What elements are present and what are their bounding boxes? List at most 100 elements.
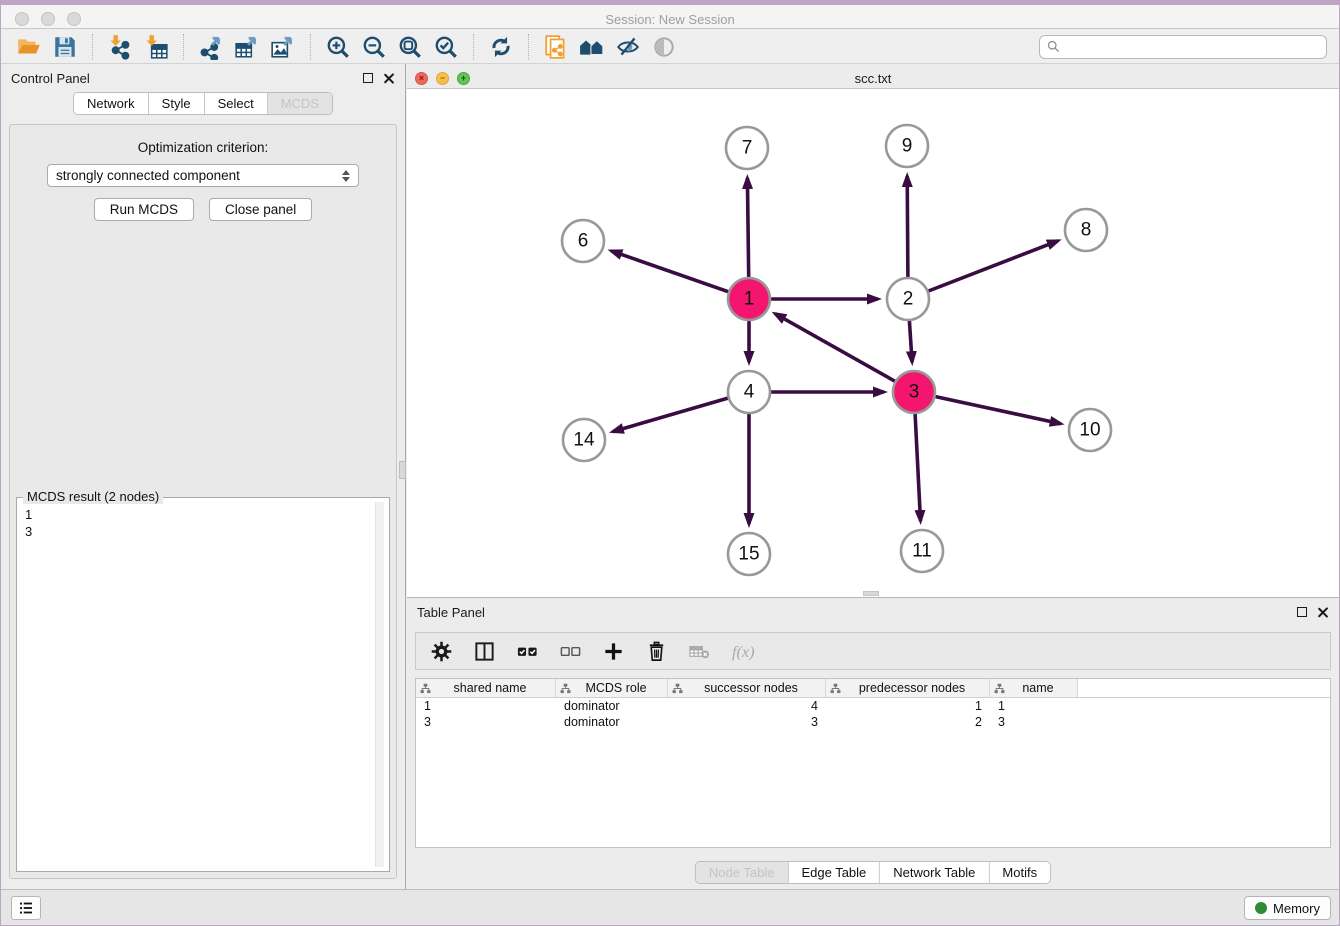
tab-mcds[interactable]: MCDS bbox=[268, 93, 332, 114]
table-tabs: Node TableEdge TableNetwork TableMotifs bbox=[695, 861, 1051, 884]
copy-network-button[interactable] bbox=[538, 32, 574, 62]
export-table-icon bbox=[234, 34, 260, 60]
zoom-selected-button[interactable] bbox=[428, 32, 464, 62]
tree-icon bbox=[420, 683, 431, 694]
zoom-out-button[interactable] bbox=[356, 32, 392, 62]
settings-gear-button[interactable] bbox=[428, 638, 454, 664]
table-tab-edge-table[interactable]: Edge Table bbox=[788, 862, 880, 883]
table-tab-group: Node TableEdge TableNetwork TableMotifs bbox=[695, 861, 1051, 884]
tab-style[interactable]: Style bbox=[149, 93, 205, 114]
task-history-button[interactable] bbox=[11, 896, 41, 920]
criterion-dropdown[interactable]: strongly connected component bbox=[47, 164, 359, 187]
delete-table-button[interactable] bbox=[686, 638, 712, 664]
close-panel-button[interactable]: Close panel bbox=[209, 198, 312, 221]
network-canvas[interactable]: 7 9 6 8 1 2 4 3 14 10 15 11 bbox=[407, 89, 1339, 597]
table-cell[interactable]: 3 bbox=[990, 714, 1078, 730]
graph-node-7[interactable]: 7 bbox=[726, 127, 768, 169]
graph-node-10[interactable]: 10 bbox=[1069, 409, 1111, 451]
graph-node-4[interactable]: 4 bbox=[728, 371, 770, 413]
import-table-icon bbox=[143, 34, 169, 60]
graph-node-8[interactable]: 8 bbox=[1065, 209, 1107, 251]
graph-node-15[interactable]: 15 bbox=[728, 533, 770, 575]
search-field[interactable] bbox=[1039, 35, 1327, 59]
save-session-button[interactable] bbox=[47, 32, 83, 62]
deselect-all-icon bbox=[559, 640, 582, 663]
tab-network[interactable]: Network bbox=[74, 93, 149, 114]
table-row[interactable]: 3dominator323 bbox=[416, 714, 1330, 730]
graph-edge-2-9[interactable] bbox=[907, 176, 908, 277]
graph-edge-3-11[interactable] bbox=[915, 414, 920, 521]
table-cell[interactable]: 1 bbox=[826, 698, 990, 714]
toolbar-separator bbox=[183, 34, 184, 60]
column-header-predecessor-nodes[interactable]: predecessor nodes bbox=[826, 679, 990, 697]
zoom-fit-button[interactable] bbox=[392, 32, 428, 62]
graph-edge-2-3[interactable] bbox=[909, 321, 912, 362]
close-table-panel-icon[interactable] bbox=[1317, 606, 1329, 618]
mcds-result-text[interactable]: 1 3 bbox=[17, 498, 389, 540]
select-all-button[interactable] bbox=[514, 638, 540, 664]
graph-edge-2-8[interactable] bbox=[929, 241, 1059, 291]
graph-node-1[interactable]: 1 bbox=[728, 278, 770, 320]
float-table-panel-icon[interactable] bbox=[1297, 607, 1307, 617]
refresh-button[interactable] bbox=[483, 32, 519, 62]
table-cell[interactable]: 3 bbox=[416, 714, 556, 730]
run-mcds-button[interactable]: Run MCDS bbox=[94, 198, 194, 221]
table-cell[interactable]: dominator bbox=[556, 714, 668, 730]
column-header-MCDS-role[interactable]: MCDS role bbox=[556, 679, 668, 697]
delete-column-button[interactable] bbox=[643, 638, 669, 664]
graph-edge-3-1[interactable] bbox=[775, 314, 895, 382]
table-cell[interactable]: 3 bbox=[668, 714, 826, 730]
import-network-button[interactable] bbox=[102, 32, 138, 62]
table-cell[interactable]: 1 bbox=[416, 698, 556, 714]
table-tab-network-table[interactable]: Network Table bbox=[880, 862, 989, 883]
graph-node-label: 2 bbox=[903, 289, 914, 310]
table-cell[interactable]: 1 bbox=[990, 698, 1078, 714]
table-cell[interactable]: 2 bbox=[826, 714, 990, 730]
table-cell[interactable]: 4 bbox=[668, 698, 826, 714]
graph-node-2[interactable]: 2 bbox=[887, 278, 929, 320]
close-panel-icon[interactable] bbox=[383, 72, 395, 84]
graph-node-label: 15 bbox=[738, 544, 759, 565]
zoom-selected-icon bbox=[433, 34, 459, 60]
column-layout-button[interactable] bbox=[471, 638, 497, 664]
horizontal-splitter-handle[interactable] bbox=[863, 591, 879, 596]
column-header-shared-name[interactable]: shared name bbox=[416, 679, 556, 697]
search-input[interactable] bbox=[1061, 40, 1320, 54]
graph-edge-4-14[interactable] bbox=[613, 398, 728, 432]
add-column-button[interactable] bbox=[600, 638, 626, 664]
export-network-button[interactable] bbox=[193, 32, 229, 62]
graph-node-3[interactable]: 3 bbox=[893, 371, 935, 413]
save-session-icon bbox=[52, 34, 78, 60]
eye-slash-button[interactable] bbox=[610, 32, 646, 62]
graph-node-6[interactable]: 6 bbox=[562, 220, 604, 262]
table-tab-motifs[interactable]: Motifs bbox=[989, 862, 1050, 883]
deselect-all-button[interactable] bbox=[557, 638, 583, 664]
export-table-button[interactable] bbox=[229, 32, 265, 62]
function-builder-button[interactable]: f(x) bbox=[729, 638, 755, 664]
open-session-button[interactable] bbox=[11, 32, 47, 62]
table-tab-node-table[interactable]: Node Table bbox=[696, 862, 789, 883]
graph-edge-1-6[interactable] bbox=[611, 251, 728, 292]
tab-select[interactable]: Select bbox=[205, 93, 268, 114]
result-scrollbar[interactable] bbox=[375, 502, 384, 867]
table-cell[interactable]: dominator bbox=[556, 698, 668, 714]
float-panel-icon[interactable] bbox=[363, 73, 373, 83]
eye-button[interactable] bbox=[646, 32, 682, 62]
graph-edge-3-10[interactable] bbox=[936, 397, 1061, 424]
memory-button[interactable]: Memory bbox=[1244, 896, 1331, 920]
open-session-icon bbox=[16, 34, 42, 60]
import-table-button[interactable] bbox=[138, 32, 174, 62]
graph-node-9[interactable]: 9 bbox=[886, 125, 928, 167]
column-header-name[interactable]: name bbox=[990, 679, 1078, 697]
home-button[interactable] bbox=[574, 32, 610, 62]
main-toolbar bbox=[1, 30, 1339, 64]
graph-edge-1-7[interactable] bbox=[747, 178, 748, 277]
graph-node-14[interactable]: 14 bbox=[563, 419, 605, 461]
node-table[interactable]: shared nameMCDS rolesuccessor nodesprede… bbox=[415, 678, 1331, 848]
export-image-button[interactable] bbox=[265, 32, 301, 62]
table-row[interactable]: 1dominator411 bbox=[416, 698, 1330, 714]
vertical-splitter-handle[interactable] bbox=[399, 461, 406, 479]
graph-node-11[interactable]: 11 bbox=[901, 530, 943, 572]
column-header-successor-nodes[interactable]: successor nodes bbox=[668, 679, 826, 697]
zoom-in-button[interactable] bbox=[320, 32, 356, 62]
